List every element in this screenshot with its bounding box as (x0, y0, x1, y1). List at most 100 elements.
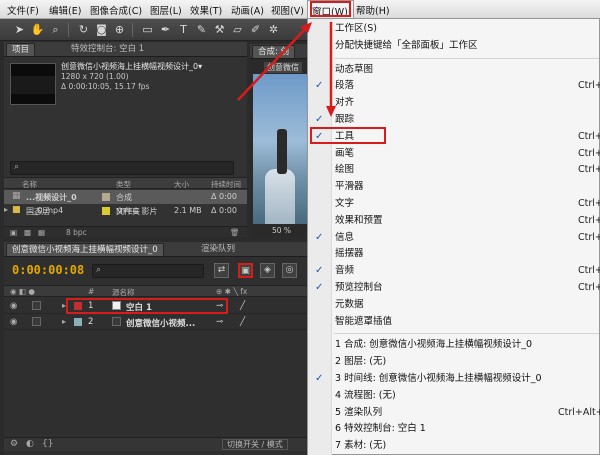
column-source-name[interactable]: 源名称 (112, 287, 135, 298)
window-menu-item[interactable]: 画笔 Ctrl+ (308, 146, 600, 162)
window-menu-item[interactable]: 摇摆器 (308, 246, 600, 262)
tab-effect-controls[interactable]: 特效控制台: 空白 1 (66, 43, 149, 56)
new-comp-icon[interactable]: ▦ (38, 228, 45, 237)
clone-stamp-tool-icon[interactable]: ⚒ (212, 22, 227, 37)
menu-item-label: 分配快捷键给「全部面板」工作区 (335, 39, 478, 51)
brush-tool-icon[interactable]: ✎ (194, 22, 209, 37)
window-menu-item[interactable]: 5 渲染队列 Ctrl+Alt+ (308, 405, 600, 421)
hand-tool-icon[interactable]: ✋ (30, 22, 45, 37)
draft-3d-icon[interactable]: ◈ (260, 263, 275, 278)
zoom-tool-icon[interactable]: ⌕ (48, 22, 63, 37)
window-menu-item[interactable]: 动态草图 (308, 62, 600, 78)
puppet-tool-icon[interactable]: ✲ (266, 22, 281, 37)
column-number[interactable]: # (88, 287, 94, 296)
project-search-input[interactable]: ⌕ (10, 161, 234, 175)
motion-blur-icon[interactable]: ◎ (282, 263, 297, 278)
window-menu-item[interactable]: 元数据 (308, 297, 600, 313)
text-tool-icon[interactable]: T (176, 22, 191, 37)
column-duration[interactable]: 持续时间 (211, 179, 241, 190)
new-folder-icon[interactable]: ▩ (24, 228, 31, 237)
visibility-eye-icon[interactable]: ◉ (10, 317, 17, 327)
roto-brush-tool-icon[interactable]: ✐ (248, 22, 263, 37)
window-menu-item[interactable]: 文字 Ctrl+ (308, 196, 600, 212)
checkmark-icon: ✓ (315, 282, 324, 293)
menu-effect[interactable]: 效果(T) (190, 3, 222, 17)
visibility-eye-icon[interactable]: ◉ (10, 301, 17, 311)
current-timecode[interactable]: 0:00:00:08 (12, 263, 84, 277)
delete-icon[interactable]: 🗑 (230, 228, 240, 237)
column-size[interactable]: 大小 (174, 179, 189, 190)
window-menu-item[interactable]: ✓ 信息 Ctrl+ (308, 230, 600, 246)
shy-switch-icon[interactable]: ⊸ (216, 317, 223, 327)
pan-behind-tool-icon[interactable]: ⊕ (112, 22, 127, 37)
menu-animation[interactable]: 动画(A) (231, 3, 264, 17)
window-menu-item[interactable]: ✓ 跟踪 (308, 112, 600, 128)
comp-mini-flowchart-icon[interactable]: ⇄ (214, 263, 229, 278)
window-menu-item[interactable]: ✓ 预览控制台 Ctrl+ (308, 280, 600, 296)
interpret-footage-icon[interactable]: ▣ (10, 228, 17, 237)
window-menu-item[interactable]: 工作区(S) (308, 21, 600, 37)
selection-tool-icon[interactable]: ➤ (12, 22, 27, 37)
window-menu-item[interactable]: ✓ 音频 Ctrl+ (308, 263, 600, 279)
window-menu-item[interactable]: 绘图 Ctrl+ (308, 162, 600, 178)
toggle-modes-icon[interactable]: {} (42, 439, 53, 449)
column-name[interactable]: 名称 (22, 179, 37, 190)
window-menu-item[interactable]: ✓ 3 时间线: 创意微信小视频海上挂横幅视频设计_0 (308, 371, 600, 387)
window-menu-item[interactable]: 2 图层: (无) (308, 354, 600, 370)
lock-toggle[interactable] (32, 301, 41, 310)
toggle-switches-modes-button[interactable]: 切换开关 / 模式 (222, 439, 288, 450)
comp-name-label[interactable]: 创意微信小视频海上挂横幅视频设计_0▾ (61, 61, 202, 72)
layer-highlight-box (66, 298, 228, 314)
composition-viewer[interactable] (253, 74, 310, 224)
window-menu-item[interactable]: 平滑器 (308, 179, 600, 195)
expand-arrow-icon[interactable]: ▸ (4, 205, 8, 214)
lock-toggle[interactable] (32, 317, 41, 326)
menu-layer[interactable]: 图层(L) (150, 3, 182, 17)
pen-tool-icon[interactable]: ✒ (158, 22, 173, 37)
window-menu-item[interactable]: 对齐 (308, 95, 600, 111)
label-color-swatch[interactable] (102, 193, 110, 201)
column-type[interactable]: 类型 (116, 179, 131, 190)
tab-project[interactable]: 项目 (6, 43, 36, 56)
menu-edit[interactable]: 编辑(E) (49, 3, 81, 17)
rectangle-tool-icon[interactable]: ▭ (140, 22, 155, 37)
label-color-swatch[interactable] (102, 207, 110, 215)
window-menu-item[interactable]: 智能遮罩插值 (308, 314, 600, 330)
switches-icon[interactable]: ⊕ ✱ ╲ fx (216, 287, 247, 296)
window-menu-item[interactable]: 4 流程图: (无) (308, 388, 600, 404)
window-menu-item[interactable]: 7 素材: (无) (308, 438, 600, 454)
composition-subtab[interactable]: 创意微信 (264, 62, 302, 73)
live-update-icon[interactable]: ▣ (238, 263, 253, 278)
window-menu-item[interactable]: ✓ 工具 Ctrl+ (308, 129, 600, 145)
layer-label-swatch[interactable] (74, 318, 82, 326)
expand-arrow-icon[interactable]: ▸ (62, 317, 66, 326)
project-item-row[interactable]: ▸ ■ 固态层 文件夹 (4, 204, 247, 218)
window-menu-item[interactable]: ✓ 段落 Ctrl+ (308, 78, 600, 94)
eraser-tool-icon[interactable]: ▱ (230, 22, 245, 37)
tab-render-queue[interactable]: 渲染队列 (196, 243, 240, 256)
tab-composition[interactable]: 合成: 创 (252, 45, 296, 58)
zoom-level[interactable]: 50 % (272, 226, 291, 235)
menu-item-shortcut: Ctrl+ (578, 80, 600, 92)
quality-switch-icon[interactable]: ╱ (240, 301, 245, 311)
bit-depth-label[interactable]: 8 bpc (66, 228, 87, 237)
menu-view[interactable]: 视图(V) (271, 3, 304, 17)
layer-name[interactable]: 创意微信小视频... (126, 317, 195, 329)
menu-file[interactable]: 文件(F) (7, 3, 39, 17)
window-menu-item[interactable]: 效果和预置 Ctrl+ (308, 213, 600, 229)
comp-settings-icon[interactable]: ⚙ (10, 439, 18, 449)
menu-help[interactable]: 帮助(H) (356, 3, 390, 17)
quality-switch-icon[interactable]: ╱ (240, 317, 245, 327)
camera-tool-icon[interactable]: ◙ (94, 22, 109, 37)
project-item-row[interactable]: ▦ ...视频设计_0 合成 Δ 0:00 (4, 190, 247, 204)
rotate-tool-icon[interactable]: ↻ (76, 22, 91, 37)
window-menu-item[interactable]: 1 合成: 创意微信小视频海上挂横幅视频设计_0 (308, 337, 600, 353)
timeline-search-input[interactable]: ⌕ (92, 264, 204, 278)
layer-row[interactable]: ◉ ▸ 2 创意微信小视频... ⊸ ╱ (4, 315, 310, 330)
tab-timeline[interactable]: 创意微信小视频海上挂横幅视频设计_0 (6, 243, 164, 256)
expand-panel-icon[interactable]: ◐ (26, 439, 34, 449)
window-menu-item[interactable]: 分配快捷键给「全部面板」工作区 (308, 38, 600, 54)
menu-composition[interactable]: 图像合成(C) (90, 3, 142, 17)
window-menu-item[interactable]: 6 特效控制台: 空白 1 (308, 421, 600, 437)
av-switches-icon[interactable]: ◉ ◧ ● (10, 287, 35, 296)
